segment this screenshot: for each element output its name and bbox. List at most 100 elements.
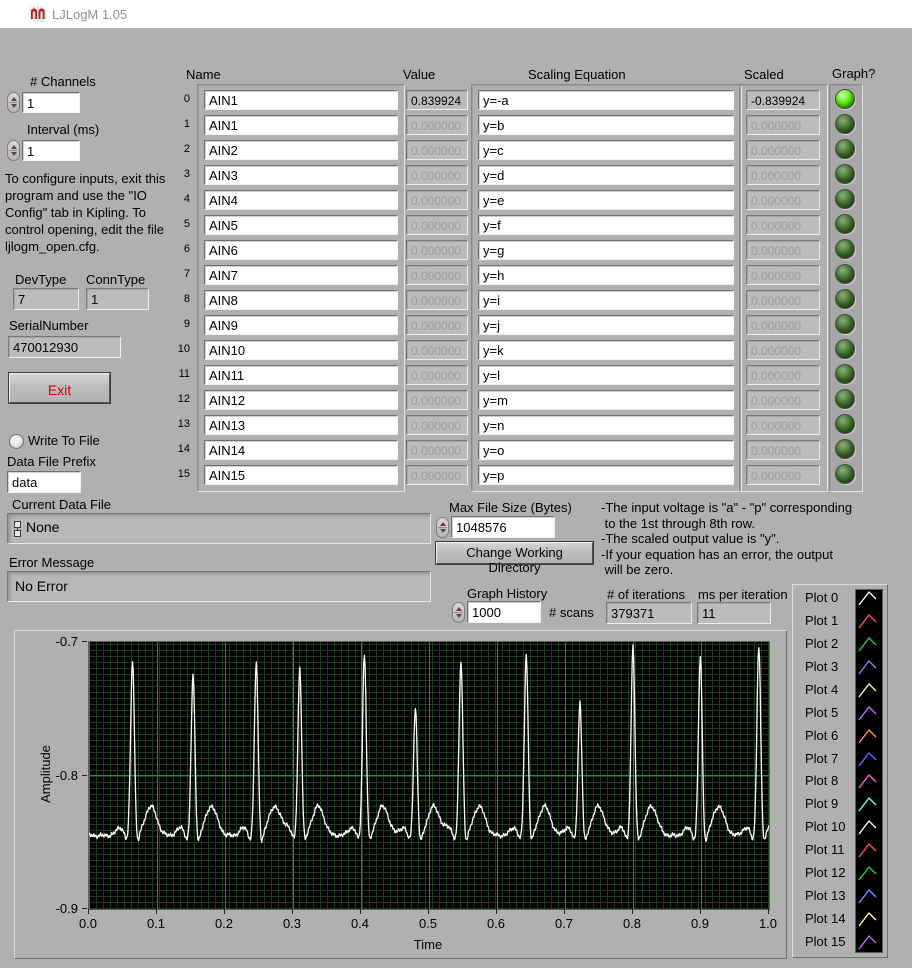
channel-value-indicator: 0.000000 — [406, 365, 468, 385]
legend-plot-label[interactable]: Plot 15 — [805, 934, 845, 949]
graph-history-input[interactable]: 1000 — [467, 601, 541, 623]
channel-name-input[interactable]: AIN6 — [204, 240, 398, 260]
graph-enable-led[interactable] — [835, 164, 855, 184]
legend-plot-label[interactable]: Plot 11 — [805, 842, 845, 857]
graph-enable-led[interactable] — [835, 389, 855, 409]
graph-enable-led[interactable] — [835, 139, 855, 159]
legend-plot-label[interactable]: Plot 2 — [805, 636, 838, 651]
channel-name-input[interactable]: AIN1 — [204, 90, 398, 110]
channel-name-input[interactable]: AIN14 — [204, 440, 398, 460]
x-tick-mark — [496, 909, 497, 914]
legend-plot-label[interactable]: Plot 10 — [805, 819, 845, 834]
change-working-directory-button[interactable]: Change Working Directory — [436, 542, 593, 564]
legend-plot-label[interactable]: Plot 4 — [805, 682, 838, 697]
legend-line-sample[interactable] — [856, 680, 880, 700]
graph-enable-led[interactable] — [835, 339, 855, 359]
graph-enable-led[interactable] — [835, 214, 855, 234]
channel-name-input[interactable]: AIN12 — [204, 390, 398, 410]
channel-name-input[interactable]: AIN15 — [204, 465, 398, 485]
path-browse-icon[interactable] — [13, 521, 21, 537]
channel-name-input[interactable]: AIN4 — [204, 190, 398, 210]
legend-line-sample[interactable] — [856, 840, 880, 860]
channel-name-input[interactable]: AIN11 — [204, 365, 398, 385]
current-data-file-path[interactable]: None — [7, 513, 431, 544]
legend-line-sample[interactable] — [856, 886, 880, 906]
channel-name-input[interactable]: AIN10 — [204, 340, 398, 360]
current-data-file-value: None — [26, 519, 59, 535]
scaling-equation-input[interactable]: y=j — [478, 315, 734, 335]
graph-history-stepper[interactable] — [452, 602, 465, 623]
legend-plot-label[interactable]: Plot 9 — [805, 796, 838, 811]
legend-line-sample[interactable] — [856, 634, 880, 654]
channel-name-input[interactable]: AIN1 — [204, 115, 398, 135]
legend-plot-label[interactable]: Plot 0 — [805, 590, 838, 605]
channel-name-input[interactable]: AIN3 — [204, 165, 398, 185]
scaling-equation-input[interactable]: y=k — [478, 340, 734, 360]
legend-line-sample[interactable] — [856, 863, 880, 883]
scaling-equation-input[interactable]: y=-a — [478, 90, 734, 110]
legend-plot-label[interactable]: Plot 1 — [805, 613, 838, 628]
data-file-prefix-input[interactable]: data — [7, 471, 81, 493]
graph-enable-led[interactable] — [835, 114, 855, 134]
x-tick-label: 0.3 — [275, 916, 309, 931]
graph-enable-led[interactable] — [835, 289, 855, 309]
graph-enable-led[interactable] — [835, 239, 855, 259]
channel-name-input[interactable]: AIN13 — [204, 415, 398, 435]
scaling-equation-input[interactable]: y=c — [478, 140, 734, 160]
scaling-equation-input[interactable]: y=p — [478, 465, 734, 485]
channel-name-input[interactable]: AIN8 — [204, 290, 398, 310]
channel-name-input[interactable]: AIN2 — [204, 140, 398, 160]
legend-line-sample[interactable] — [856, 794, 880, 814]
scaling-equation-input[interactable]: y=o — [478, 440, 734, 460]
scaling-equation-input[interactable]: y=h — [478, 265, 734, 285]
legend-line-sample[interactable] — [856, 588, 880, 608]
legend-plot-label[interactable]: Plot 14 — [805, 911, 845, 926]
legend-plot-label[interactable]: Plot 3 — [805, 659, 838, 674]
channel-name-input[interactable]: AIN9 — [204, 315, 398, 335]
legend-line-sample[interactable] — [856, 771, 880, 791]
legend-line-sample[interactable] — [856, 909, 880, 929]
legend-plot-label[interactable]: Plot 6 — [805, 728, 838, 743]
scaling-equation-input[interactable]: y=i — [478, 290, 734, 310]
max-file-size-stepper[interactable] — [436, 517, 449, 538]
legend-plot-label[interactable]: Plot 7 — [805, 751, 838, 766]
legend-line-sample[interactable] — [856, 932, 880, 952]
legend-plot-label[interactable]: Plot 13 — [805, 888, 845, 903]
legend-line-sample[interactable] — [856, 817, 880, 837]
legend-plot-label[interactable]: Plot 5 — [805, 705, 838, 720]
exit-button[interactable]: Exit — [9, 373, 110, 403]
graph-enable-led[interactable] — [835, 414, 855, 434]
graph-enable-led[interactable] — [835, 439, 855, 459]
legend-line-sample[interactable] — [856, 657, 880, 677]
interval-stepper[interactable] — [7, 140, 20, 161]
scaling-equation-input[interactable]: y=d — [478, 165, 734, 185]
legend-line-sample[interactable] — [856, 703, 880, 723]
legend-line-sample[interactable] — [856, 749, 880, 769]
scaling-equation-input[interactable]: y=l — [478, 365, 734, 385]
graph-enable-led[interactable] — [835, 314, 855, 334]
scaling-equation-input[interactable]: y=b — [478, 115, 734, 135]
ecg-waveform — [89, 642, 769, 909]
max-file-size-input[interactable]: 1048576 — [451, 516, 555, 538]
scaling-equation-input[interactable]: y=m — [478, 390, 734, 410]
graph-enable-led[interactable] — [835, 464, 855, 484]
scaling-equation-input[interactable]: y=n — [478, 415, 734, 435]
graph-enable-led[interactable] — [835, 364, 855, 384]
channels-input[interactable]: 1 — [22, 92, 80, 113]
scaling-equation-input[interactable]: y=e — [478, 190, 734, 210]
legend-line-sample[interactable] — [856, 611, 880, 631]
legend-plot-label[interactable]: Plot 12 — [805, 865, 845, 880]
graph-enable-led[interactable] — [835, 89, 855, 109]
scaling-equation-input[interactable]: y=f — [478, 215, 734, 235]
row-index: 1 — [168, 118, 190, 130]
channel-name-input[interactable]: AIN7 — [204, 265, 398, 285]
interval-input[interactable]: 1 — [22, 140, 80, 161]
scaling-equation-input[interactable]: y=g — [478, 240, 734, 260]
legend-plot-label[interactable]: Plot 8 — [805, 773, 838, 788]
graph-enable-led[interactable] — [835, 264, 855, 284]
channel-name-input[interactable]: AIN5 — [204, 215, 398, 235]
legend-line-sample[interactable] — [856, 726, 880, 746]
graph-enable-led[interactable] — [835, 189, 855, 209]
channels-stepper[interactable] — [7, 92, 20, 113]
write-to-file-radio[interactable] — [9, 434, 24, 449]
